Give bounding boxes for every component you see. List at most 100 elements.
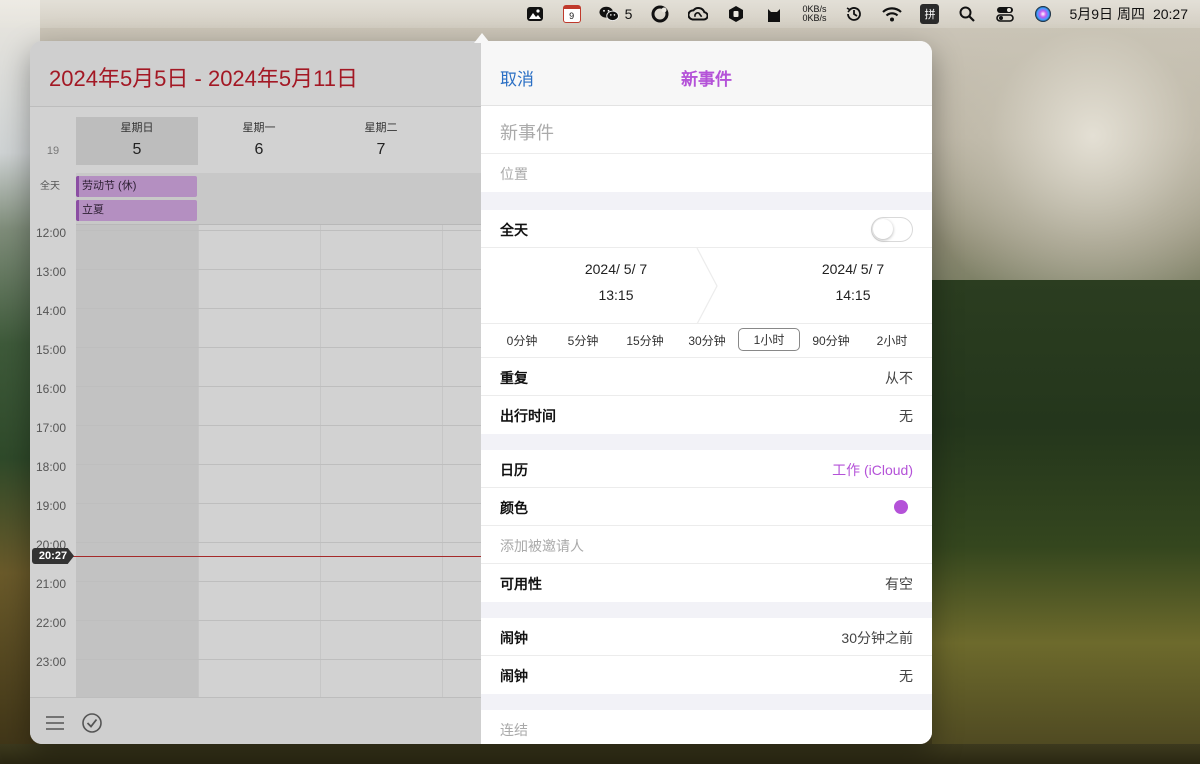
day-header-sunday[interactable]: 星期日 5 xyxy=(76,117,198,165)
availability-row[interactable]: 可用性 有空 xyxy=(481,564,932,602)
allday-toggle[interactable] xyxy=(871,217,913,242)
hour-row: 23:00 xyxy=(30,655,481,698)
day-name: 星期一 xyxy=(242,122,276,134)
alarm-row[interactable]: 闹钟 无 xyxy=(481,656,932,694)
tasks-checkmark-icon[interactable] xyxy=(81,712,103,734)
travel-time-row[interactable]: 出行时间 无 xyxy=(481,396,932,434)
start-date: 2024/ 5/ 7 xyxy=(584,261,648,277)
calendar-value: 工作 (iCloud) xyxy=(832,462,913,478)
hour-row: 20:00 xyxy=(30,538,481,581)
start-datetime[interactable]: 2024/ 5/ 7 13:15 xyxy=(526,261,706,303)
duration-option[interactable]: 0分钟 xyxy=(501,332,543,349)
allday-label: 全天 xyxy=(40,181,60,192)
alarm-value: 30分钟之前 xyxy=(841,630,913,646)
time-grid[interactable]: 12:00 13:00 14:00 15:00 16:00 17:00 18:0… xyxy=(30,225,481,697)
current-time-line xyxy=(70,556,481,557)
duration-option[interactable]: 30分钟 xyxy=(683,332,731,349)
hour-row: 18:00 xyxy=(30,460,481,503)
availability-label: 可用性 xyxy=(500,576,542,592)
hour-label: 17:00 xyxy=(36,421,67,435)
end-datetime[interactable]: 2024/ 5/ 7 14:15 xyxy=(763,261,932,303)
wifi-icon[interactable] xyxy=(882,0,903,28)
time-section: 全天 2024/ 5/ 7 13:15 2024/ 5/ 7 14:15 0分钟… xyxy=(481,210,932,434)
event-title-input[interactable]: 新事件 xyxy=(500,119,554,145)
creative-cloud-icon[interactable] xyxy=(688,0,709,28)
color-label: 颜色 xyxy=(500,500,528,516)
wallpaper-fog xyxy=(932,24,1200,304)
day-name: 星期二 xyxy=(364,122,398,134)
hour-label: 19:00 xyxy=(36,499,67,513)
week-view: 2024年5月5日 - 2024年5月11日 19 星期日 5 星期一 6 星期… xyxy=(30,41,481,744)
duration-option[interactable]: 90分钟 xyxy=(807,332,855,349)
duration-option[interactable]: 2小时 xyxy=(871,332,913,349)
color-row[interactable]: 颜色 xyxy=(481,488,932,526)
network-speed: 0KB/s 0KB/s xyxy=(802,0,826,28)
hour-row: 15:00 xyxy=(30,343,481,386)
time-machine-icon[interactable] xyxy=(844,0,864,28)
availability-value: 有空 xyxy=(885,576,913,592)
duration-option-selected[interactable]: 1小时 xyxy=(738,328,800,351)
current-time-badge: 20:27 xyxy=(32,548,74,564)
allday-event[interactable]: 劳动节 (休) xyxy=(76,176,197,197)
menu-list-icon[interactable] xyxy=(44,712,66,734)
hour-label: 23:00 xyxy=(36,655,67,669)
sync-menu-icon[interactable] xyxy=(650,0,670,28)
day-number: 5 xyxy=(132,141,142,158)
day-name: 星期日 xyxy=(120,122,154,134)
day-header-monday[interactable]: 星期一 6 xyxy=(198,117,320,165)
hour-label: 21:00 xyxy=(36,577,67,591)
url-row[interactable]: 连结 xyxy=(481,710,932,744)
start-end-row: 2024/ 5/ 7 13:15 2024/ 5/ 7 14:15 xyxy=(481,248,932,324)
hour-row: 14:00 xyxy=(30,304,481,347)
start-time: 13:15 xyxy=(598,287,634,303)
net-download: 0KB/s xyxy=(802,13,827,23)
alarm-row[interactable]: 闹钟 30分钟之前 xyxy=(481,618,932,656)
hour-label: 15:00 xyxy=(36,343,67,357)
calendar-menu-icon[interactable]: 9 xyxy=(562,0,581,28)
duration-row: 0分钟 5分钟 15分钟 30分钟 1小时 90分钟 2小时 xyxy=(481,324,932,358)
menu-bar: 9 5 0KB/s 0KB/s 拼 5月9日 周四 20:27 xyxy=(0,0,1200,28)
invitees-input[interactable]: 添加被邀请人 xyxy=(500,536,584,556)
url-section: 连结 xyxy=(481,710,932,744)
week-number: 19 xyxy=(46,145,60,157)
day-header-tuesday[interactable]: 星期二 7 xyxy=(320,117,442,165)
allday-event[interactable]: 立夏 xyxy=(76,200,197,221)
invitees-row[interactable]: 添加被邀请人 xyxy=(481,526,932,564)
siri-icon[interactable] xyxy=(1033,0,1053,28)
repeat-row[interactable]: 重复 从不 xyxy=(481,358,932,396)
hexagon-app-icon[interactable] xyxy=(726,0,746,28)
day-header-row: 19 星期日 5 星期一 6 星期二 7 xyxy=(30,117,481,165)
location-input[interactable]: 位置 xyxy=(500,164,528,184)
photos-menu-icon[interactable] xyxy=(525,0,545,28)
end-time: 14:15 xyxy=(835,287,871,303)
calendar-row[interactable]: 日历 工作 (iCloud) xyxy=(481,450,932,488)
location-field-row[interactable]: 位置 xyxy=(481,154,932,192)
end-date: 2024/ 5/ 7 xyxy=(821,261,885,277)
date-range-title: 2024年5月5日 - 2024年5月11日 xyxy=(49,66,358,91)
new-event-popover: 取消 新事件 新事件 位置 全天 2024/ 5/ 7 13:15 2024/ … xyxy=(481,41,932,744)
travel-time-label: 出行时间 xyxy=(500,408,556,424)
calendar-header: 2024年5月5日 - 2024年5月11日 xyxy=(30,41,481,107)
input-method-menu[interactable]: 拼 xyxy=(920,0,940,28)
duration-option[interactable]: 5分钟 xyxy=(562,332,604,349)
details-section: 日历 工作 (iCloud) 颜色 添加被邀请人 可用性 有空 xyxy=(481,450,932,602)
hour-row: 16:00 xyxy=(30,382,481,425)
title-field-row[interactable]: 新事件 xyxy=(481,106,932,154)
hour-row: 22:00 xyxy=(30,616,481,659)
menubar-date[interactable]: 5月9日 周四 xyxy=(1069,4,1144,24)
control-center-icon[interactable] xyxy=(995,0,1015,28)
alarm-value: 无 xyxy=(899,668,913,684)
input-method-label: 拼 xyxy=(920,4,940,24)
duration-option[interactable]: 15分钟 xyxy=(621,332,669,349)
url-input[interactable]: 连结 xyxy=(500,720,528,740)
hour-row: 12:00 xyxy=(30,226,481,269)
title-location-section: 新事件 位置 xyxy=(481,106,932,192)
spotlight-search-icon[interactable] xyxy=(957,0,977,28)
hour-row: 13:00 xyxy=(30,265,481,308)
repeat-value: 从不 xyxy=(885,370,913,386)
cat-menu-icon[interactable] xyxy=(764,0,784,28)
wechat-menu-item[interactable]: 5 xyxy=(599,0,632,28)
alarm-section: 闹钟 30分钟之前 闹钟 无 xyxy=(481,618,932,694)
menubar-clock[interactable]: 20:27 xyxy=(1153,6,1188,22)
hour-label: 14:00 xyxy=(36,304,67,318)
